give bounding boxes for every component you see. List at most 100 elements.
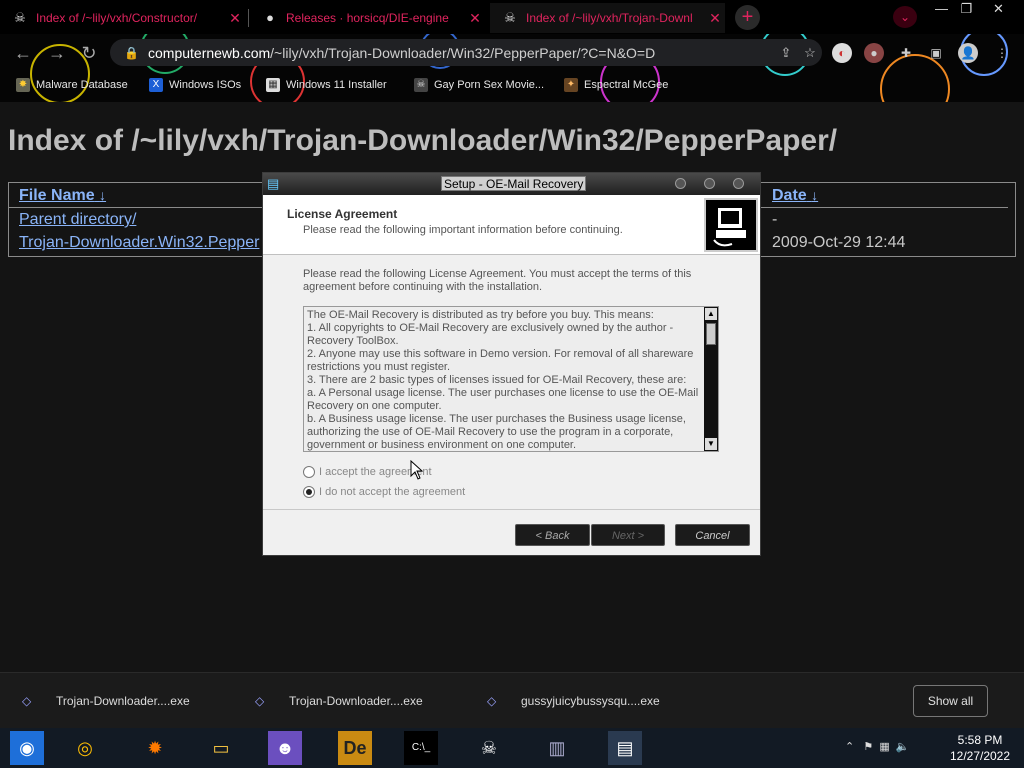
globe-icon: ☠ [414, 78, 428, 92]
menu-kebab-icon[interactable]: ⋮ [992, 43, 1012, 63]
tab-title: Index of /~lily/vxh/Constructor/ [36, 11, 198, 25]
bookmark-label: Windows 11 Installer [286, 79, 387, 91]
profile-avatar-icon[interactable]: 👤 [958, 43, 978, 63]
column-header-date[interactable]: Date ↓ [772, 187, 818, 205]
close-tab-icon[interactable]: ✕ [225, 10, 245, 27]
tab-index-constructor[interactable]: ☠ Index of /~lily/vxh/Constructor/ ✕ [0, 3, 245, 33]
license-line: 1. All copyrights to OE-Mail Recovery ar… [307, 322, 674, 347]
firefox-icon[interactable]: ✹ [138, 731, 172, 765]
fox-icon: ✦ [564, 78, 578, 92]
sort-arrow-icon: ↓ [99, 187, 107, 203]
bookmark-espectral-mcgee[interactable]: ✦ Espectral McGee [564, 76, 668, 94]
bookmark-windows-isos[interactable]: X Windows ISOs [149, 76, 241, 94]
scroll-up-arrow-icon[interactable]: ▲ [705, 308, 717, 320]
close-tab-icon[interactable]: ✕ [465, 10, 485, 27]
users-app-icon[interactable]: ☻ [268, 731, 302, 765]
system-tray[interactable]: ⌃ ⚑ ▦ 🔈 [845, 740, 910, 753]
tab-divider [248, 9, 249, 27]
url-host: computernewb.com [148, 44, 271, 61]
close-dialog-button[interactable] [733, 178, 744, 189]
file-link-trojan-downloader[interactable]: Trojan-Downloader.Win32.Pepper [19, 234, 259, 252]
file-icon: ◇ [255, 694, 265, 708]
setup-installer-icon[interactable]: ▤ [608, 731, 642, 765]
share-icon[interactable]: ⇪ [774, 45, 798, 61]
file-explorer-icon[interactable]: ▭ [204, 731, 238, 765]
decline-agreement-radio[interactable]: I do not accept the agreement [303, 484, 465, 500]
volume-icon[interactable]: 🔈 [896, 741, 910, 753]
license-scrollbar[interactable]: ▲ ▼ [704, 307, 718, 451]
wizard-header: License Agreement Please read the follow… [263, 195, 760, 255]
downloads-bar: ◇ Trojan-Downloader....exe ◇ Trojan-Down… [0, 672, 1024, 728]
download-filename: gussyjuicybussysqu....exe [521, 694, 660, 708]
dialog-titlebar[interactable]: ▤ Setup - OE-Mail Recovery [263, 173, 760, 195]
cancel-wizard-button[interactable]: Cancel [675, 524, 750, 546]
bookmark-star-icon[interactable]: ☆ [798, 45, 822, 61]
license-intro-text: Please read the following License Agreem… [303, 268, 692, 293]
next-wizard-button[interactable]: Next > [591, 524, 665, 546]
reload-button[interactable]: ↻ [78, 42, 100, 64]
mouse-cursor-icon [410, 459, 424, 485]
tab-title: Releases · horsicq/DIE-engine [286, 11, 449, 25]
taskbar-clock[interactable]: 5:58 PM 12/27/2022 [940, 732, 1020, 764]
license-line: The OE-Mail Recovery is distributed as t… [307, 309, 654, 321]
bookmark-malware-database[interactable]: ✸ Malware Database [16, 76, 128, 94]
command-prompt-icon[interactable]: C:\_ [404, 731, 438, 765]
clock-date: 12/27/2022 [949, 749, 1011, 763]
bookmark-label: Espectral McGee [584, 79, 669, 91]
start-button-icon[interactable]: ◉ [10, 731, 44, 765]
setup-computer-icon [704, 198, 758, 252]
scroll-thumb[interactable] [706, 323, 716, 345]
restore-button[interactable]: ❐ [950, 0, 983, 18]
wizard-step-subtitle: Please read the following important info… [303, 224, 623, 236]
side-panel-icon[interactable]: ▣ [926, 43, 946, 63]
file-link-parent-directory[interactable]: Parent directory/ [19, 211, 136, 229]
address-bar[interactable]: 🔒 computernewb.com/~lily/vxh/Trojan-Down… [110, 39, 822, 66]
sort-arrow-icon: ↓ [811, 187, 819, 203]
performance-monitor-icon[interactable]: ▥ [540, 731, 574, 765]
lock-icon: 🔒 [124, 45, 139, 60]
detect-it-easy-icon[interactable]: De [338, 731, 372, 765]
minimize-dialog-button[interactable] [675, 178, 686, 189]
show-all-downloads-button[interactable]: Show all [913, 685, 988, 717]
new-tab-button[interactable]: + [735, 5, 760, 30]
extensions-puzzle-icon[interactable]: ✚ [896, 43, 916, 63]
extension-avatar-icon[interactable]: ● [864, 43, 884, 63]
radio-button[interactable] [303, 466, 315, 478]
site-favicon-icon: ☠ [504, 10, 516, 25]
download-item[interactable]: ◇ gussyjuicybussysqu....exe [487, 693, 660, 709]
radio-label: I do not accept the agreement [319, 486, 466, 498]
back-button[interactable]: ← [12, 42, 34, 64]
dialog-title: Setup - OE-Mail Recovery [441, 176, 587, 191]
close-tab-icon[interactable]: ✕ [705, 10, 725, 27]
action-center-flag-icon[interactable]: ⚑ [863, 741, 873, 753]
tab-title: Index of /~lily/vxh/Trojan-Downl [526, 11, 693, 25]
radio-button[interactable] [303, 486, 315, 498]
download-item[interactable]: ◇ Trojan-Downloader....exe [255, 693, 423, 709]
back-wizard-button[interactable]: < Back [515, 524, 590, 546]
chrome-icon[interactable]: ◎ [68, 731, 102, 765]
scroll-down-arrow-icon[interactable]: ▼ [705, 438, 717, 450]
forward-button[interactable]: → [46, 42, 68, 64]
url-text[interactable]: computernewb.com/~lily/vxh/Trojan-Downlo… [148, 45, 774, 61]
tab-releases[interactable]: ● Releases · horsicq/DIE-engine ✕ [250, 3, 485, 33]
extension-icon[interactable]: ◐ [832, 43, 852, 63]
tab-index-trojan[interactable]: ☠ Index of /~lily/vxh/Trojan-Downl ✕ [490, 3, 725, 33]
download-item[interactable]: ◇ Trojan-Downloader....exe [22, 693, 190, 709]
bookmark-gay-porn-sex-movie[interactable]: ☠ Gay Porn Sex Movie... [414, 76, 544, 94]
tray-chevron-icon[interactable]: ⌃ [845, 741, 854, 753]
bookmark-label: Windows ISOs [169, 79, 242, 91]
skull-app-icon[interactable]: ☠ [472, 731, 506, 765]
setup-app-icon: ▤ [267, 176, 280, 191]
x-logo-icon: X [149, 78, 163, 92]
windows-taskbar: ◉ ◎ ✹ ▭ ☻ De C:\_ ☠ ▥ ▤ ⌃ ⚑ ▦ 🔈 5:58 PM … [0, 728, 1024, 768]
tab-strip: ☠ Index of /~lily/vxh/Constructor/ ✕ ● R… [0, 0, 1024, 34]
tab-search-button[interactable]: ⌄ [893, 6, 917, 28]
column-header-file-name[interactable]: File Name ↓ [19, 187, 106, 205]
plus-icon: + [741, 6, 754, 28]
bookmark-windows-11-installer[interactable]: ▦ Windows 11 Installer [266, 76, 387, 94]
network-icon[interactable]: ▦ [879, 741, 889, 753]
maximize-dialog-button[interactable] [704, 178, 715, 189]
close-window-button[interactable]: ✕ [982, 0, 1015, 18]
license-text-box[interactable]: The OE-Mail Recovery is distributed as t… [303, 306, 719, 452]
file-icon: ◇ [22, 694, 32, 708]
